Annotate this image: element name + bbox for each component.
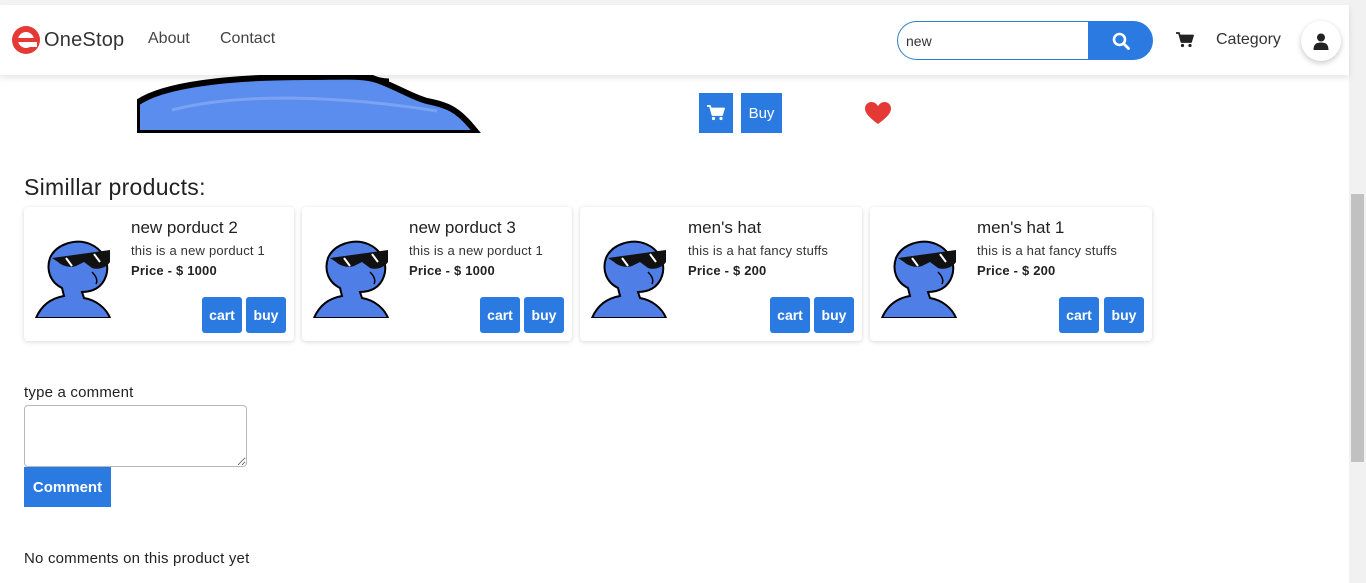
product-description: this is a hat fancy stuffs bbox=[688, 243, 829, 258]
cart-icon[interactable] bbox=[1176, 32, 1194, 48]
product-card[interactable]: new porduct 2 this is a new porduct 1 Pr… bbox=[24, 207, 294, 341]
page: OneStop About Contact Category bbox=[0, 0, 1366, 583]
product-description: this is a new porduct 1 bbox=[131, 243, 265, 258]
product-thumbnail bbox=[312, 240, 390, 318]
card-cart-button[interactable]: cart bbox=[202, 297, 242, 333]
product-thumbnail bbox=[590, 240, 668, 318]
nav-link-contact[interactable]: Contact bbox=[220, 30, 275, 48]
navbar: OneStop About Contact Category bbox=[0, 5, 1349, 75]
product-description: this is a hat fancy stuffs bbox=[977, 243, 1118, 258]
nav-link-about[interactable]: About bbox=[148, 30, 190, 48]
card-buy-button[interactable]: buy bbox=[814, 297, 854, 333]
card-buy-button[interactable]: buy bbox=[524, 297, 564, 333]
product-price: Price - $ 1000 bbox=[409, 263, 495, 278]
add-to-cart-button[interactable] bbox=[699, 93, 733, 133]
cart-icon bbox=[707, 105, 725, 121]
scrollbar-thumb[interactable] bbox=[1351, 194, 1364, 462]
category-menu[interactable]: Category bbox=[1216, 31, 1281, 49]
product-price: Price - $ 200 bbox=[688, 263, 767, 278]
comment-submit-button[interactable]: Comment bbox=[24, 467, 111, 507]
product-card[interactable]: men's hat this is a hat fancy stuffs Pri… bbox=[580, 207, 862, 341]
no-comments-text: No comments on this product yet bbox=[24, 550, 250, 567]
user-menu-button[interactable] bbox=[1301, 21, 1341, 61]
product-card[interactable]: new porduct 3 this is a new porduct 1 Pr… bbox=[302, 207, 572, 341]
buy-button[interactable]: Buy bbox=[741, 93, 782, 133]
comment-textarea[interactable] bbox=[24, 405, 247, 467]
product-thumbnail bbox=[880, 240, 958, 318]
logo-icon bbox=[12, 26, 40, 54]
heart-icon[interactable] bbox=[865, 102, 891, 125]
product-name[interactable]: new porduct 2 bbox=[131, 218, 238, 238]
product-name[interactable]: men's hat bbox=[688, 218, 761, 238]
card-cart-button[interactable]: cart bbox=[480, 297, 520, 333]
card-cart-button[interactable]: cart bbox=[1059, 297, 1099, 333]
search-button[interactable] bbox=[1088, 21, 1153, 60]
card-buy-button[interactable]: buy bbox=[246, 297, 286, 333]
search-bar bbox=[897, 21, 1153, 60]
product-price: Price - $ 200 bbox=[977, 263, 1056, 278]
product-description: this is a new porduct 1 bbox=[409, 243, 543, 258]
user-icon bbox=[1313, 33, 1329, 50]
search-input[interactable] bbox=[897, 21, 1091, 60]
card-cart-button[interactable]: cart bbox=[770, 297, 810, 333]
product-name[interactable]: men's hat 1 bbox=[977, 218, 1064, 238]
brand[interactable]: OneStop bbox=[11, 25, 124, 55]
search-icon bbox=[1112, 32, 1130, 50]
product-name[interactable]: new porduct 3 bbox=[409, 218, 516, 238]
comment-label: type a comment bbox=[24, 384, 134, 401]
similar-products-title: Simillar products: bbox=[24, 174, 206, 200]
product-price: Price - $ 1000 bbox=[131, 263, 217, 278]
product-thumbnail bbox=[34, 240, 112, 318]
brand-name: OneStop bbox=[44, 28, 125, 51]
card-buy-button[interactable]: buy bbox=[1104, 297, 1144, 333]
product-image bbox=[137, 75, 481, 133]
product-card[interactable]: men's hat 1 this is a hat fancy stuffs P… bbox=[870, 207, 1152, 341]
